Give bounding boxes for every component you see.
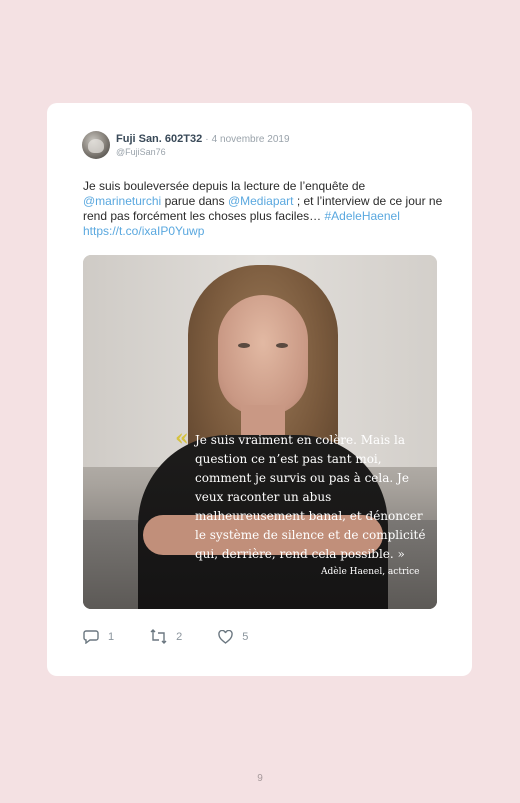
mention-link[interactable]: @marineturchi xyxy=(83,194,161,208)
display-name[interactable]: Fuji San. 602T32 xyxy=(116,133,202,145)
url-link[interactable]: https://t.co/ixaIP0Yuwp xyxy=(83,224,204,238)
tweet-photo[interactable]: « Je suis vraiment en colère. Mais la qu… xyxy=(83,255,437,609)
mention-link[interactable]: @Mediapart xyxy=(228,194,294,208)
separator: · xyxy=(205,134,209,145)
photo-eye xyxy=(276,343,288,348)
reply-count: 1 xyxy=(108,630,115,643)
tweet-date[interactable]: 4 novembre 2019 xyxy=(212,134,290,145)
avatar[interactable] xyxy=(82,131,110,159)
tweet-text: Je suis bouleversée depuis la lecture de… xyxy=(83,179,443,239)
quote-mark: « xyxy=(175,425,189,451)
like-button[interactable]: 5 xyxy=(218,629,249,644)
avatar-image xyxy=(88,139,104,153)
tweet-header: Fuji San. 602T32 · 4 novembre 2019 xyxy=(116,133,290,145)
user-handle[interactable]: @FujiSan76 xyxy=(116,147,166,157)
heart-icon xyxy=(218,629,233,644)
tweet-text-part: Je suis bouleversée depuis la lecture de… xyxy=(83,179,366,193)
photo-face xyxy=(218,295,308,415)
reply-button[interactable]: 1 xyxy=(83,629,114,644)
retweet-icon xyxy=(150,629,167,644)
quote-attribution: Adèle Haenel, actrice xyxy=(321,567,420,577)
photo-quote: Je suis vraiment en colère. Mais la ques… xyxy=(195,433,426,561)
tweet-text-part: parue dans xyxy=(164,194,225,208)
like-count: 5 xyxy=(242,630,249,643)
retweet-count: 2 xyxy=(176,630,183,643)
reply-icon xyxy=(83,630,99,644)
tweet-actions: 1 2 5 xyxy=(83,629,284,644)
retweet-button[interactable]: 2 xyxy=(150,629,182,644)
hashtag-link[interactable]: #AdeleHaenel xyxy=(324,209,399,223)
photo-eye xyxy=(238,343,250,348)
page-number: 9 xyxy=(257,773,263,784)
tweet-card: Fuji San. 602T32 · 4 novembre 2019 @Fuji… xyxy=(47,103,472,676)
